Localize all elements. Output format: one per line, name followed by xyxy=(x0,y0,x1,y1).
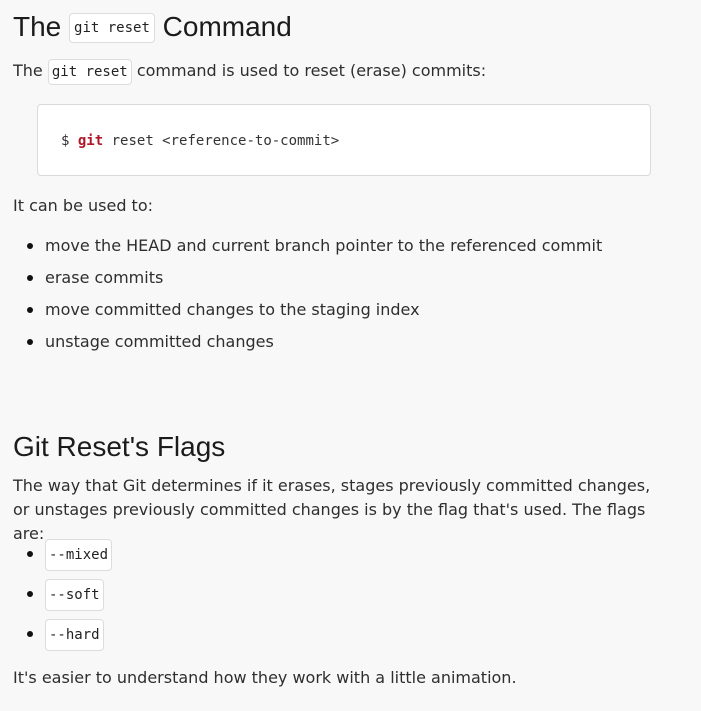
flags-list: --mixed --soft --hard xyxy=(13,538,113,658)
intro-prefix: The xyxy=(13,61,43,80)
list-item: move committed changes to the staging in… xyxy=(13,298,602,322)
flag-item: --hard xyxy=(13,618,112,651)
title-suffix: Command xyxy=(162,11,292,42)
used-to-paragraph: It can be used to: xyxy=(13,196,154,215)
flag-hard-code: --hard xyxy=(45,619,104,651)
intro-code: git reset xyxy=(47,59,132,85)
code-arguments: reset <reference-to-commit> xyxy=(111,133,340,149)
page-title: The git reset Command xyxy=(13,8,292,51)
list-item: unstage committed changes xyxy=(13,330,602,354)
flag-mixed-code: --mixed xyxy=(45,539,113,571)
intro-paragraph: The git reset command is used to reset (… xyxy=(13,59,487,85)
list-item: erase commits xyxy=(13,266,602,290)
code-keyword: git xyxy=(77,133,104,149)
flag-item: --mixed xyxy=(13,538,113,571)
list-item: move the HEAD and current branch pointer… xyxy=(13,234,602,258)
intro-suffix: command is used to reset (erase) commits… xyxy=(136,61,487,80)
uses-list: move the HEAD and current branch pointer… xyxy=(13,234,602,362)
title-prefix: The xyxy=(13,11,62,42)
flags-description: The way that Git determines if it erases… xyxy=(13,476,651,543)
code-prompt: $ xyxy=(61,133,70,149)
outro-paragraph: It's easier to understand how they work … xyxy=(13,668,517,687)
flag-soft-code: --soft xyxy=(45,579,104,611)
flag-item: --soft xyxy=(13,578,112,611)
code-block: $ git reset <reference-to-commit> xyxy=(37,104,651,176)
title-code: git reset xyxy=(69,13,155,43)
flags-heading: Git Reset's Flags xyxy=(13,431,226,462)
